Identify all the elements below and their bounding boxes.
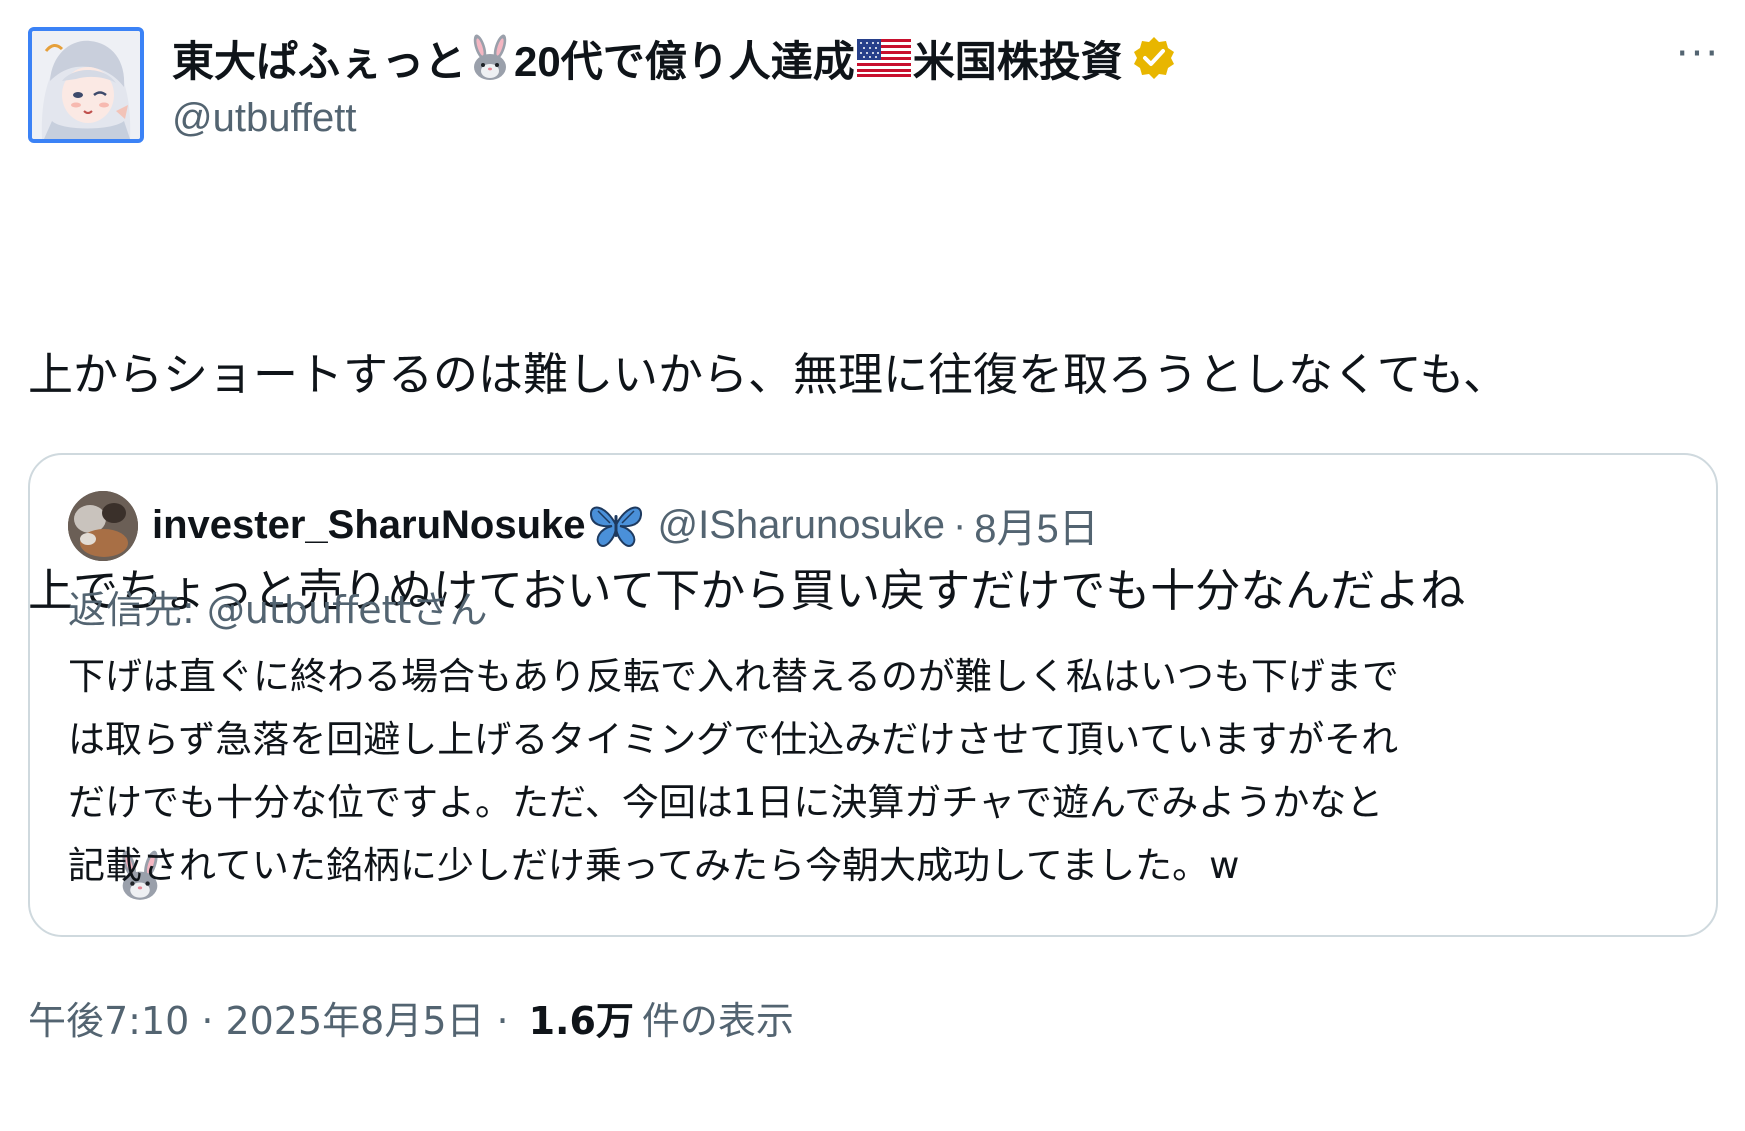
quoted-avatar-photo-icon [68,491,138,561]
meta-separator: · [496,999,509,1043]
rabbit-icon [473,34,507,80]
views-label: 件の表示 [641,999,794,1043]
quoted-author-avatar[interactable] [68,491,138,561]
quoted-author-name[interactable]: invester_SharuNosuke [152,503,586,548]
author-avatar[interactable] [28,27,144,143]
tweet-body-line-1: 上からショートするのは難しいから、無理に往復を取ろうとしなくても、 [28,348,1509,401]
author-handle[interactable]: @utbuffett [172,96,356,141]
reply-to-prefix: 返信先: [68,588,207,632]
views-count[interactable]: 1.6万 [529,990,634,1045]
verified-badge-icon[interactable] [1131,35,1177,81]
quoted-tweet-text: 下げは直ぐに終わる場合もあり反転で入れ替えるのが難しく私はいつも下げまで は取ら… [68,645,1688,897]
quoted-text-line-4: 記載されていた銘柄に少しだけ乗ってみたら今朝大成功してました。w [68,844,1240,887]
author-display-name-part2[interactable]: 20代で億り人達成 [514,28,855,89]
tweet-time[interactable]: 午後7:10 [28,990,189,1045]
author-display-name-part1[interactable]: 東大ぱふぇっと [172,28,466,89]
quoted-author-handle[interactable]: @ISharunosuke [658,503,945,548]
tweet: 東大ぱふぇっと 20代で億り人達成 米国株投資 @utbuffett ··· 上… [0,0,1745,1068]
quoted-text-line-3: だけでも十分な位ですよ。ただ、今回は1日に決算ガチャで遊んでみようかなと [68,781,1384,824]
quoted-separator-dot: · [952,502,967,547]
reply-to-line: 返信先: @utbuffettさん [68,579,487,634]
quoted-text-line-2: は取らず急落を回避し上げるタイミングで仕込みだけさせて頂いていますがそれ [68,718,1399,761]
butterfly-icon [589,506,642,547]
quoted-date[interactable]: 8月5日 [974,496,1099,554]
avatar-illustration-icon [32,31,140,139]
author-name-row[interactable]: 東大ぱふぇっと 20代で億り人達成 米国株投資 [172,30,1177,86]
tweet-meta: 午後7:10 · 2025年8月5日 · 1.6万 件の表示 [28,990,794,1045]
tweet-date[interactable]: 2025年8月5日 [225,990,484,1045]
author-display-name-part3[interactable]: 米国株投資 [913,28,1123,89]
quoted-tweet-card[interactable]: invester_SharuNosuke @ISharunosuke · 8月5… [28,453,1718,937]
more-options-icon[interactable]: ··· [1670,34,1726,74]
reply-to-target[interactable]: @utbuffettさん [207,588,488,632]
quoted-text-line-1: 下げは直ぐに終わる場合もあり反転で入れ替えるのが難しく私はいつも下げまで [68,655,1399,698]
meta-separator: · [201,999,214,1043]
us-flag-icon [856,39,911,77]
quoted-tweet-header: invester_SharuNosuke @ISharunosuke · 8月5… [152,497,1099,553]
